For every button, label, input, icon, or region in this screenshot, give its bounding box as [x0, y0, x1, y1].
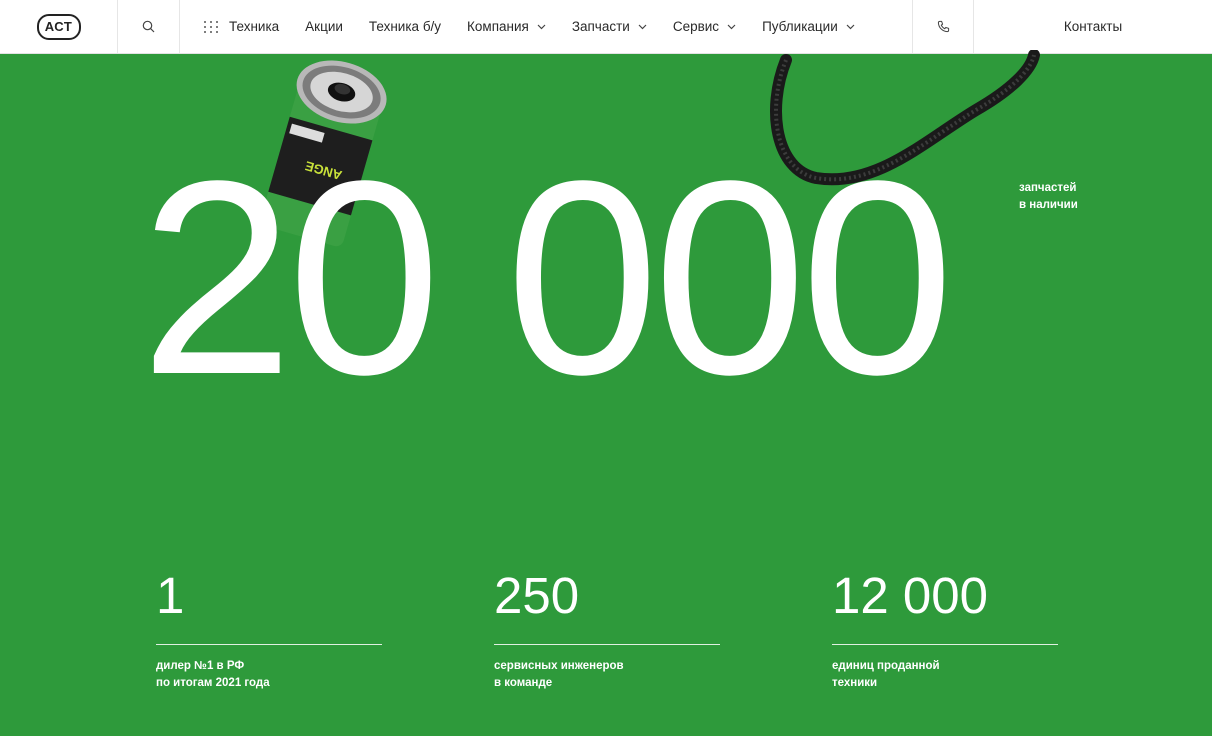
stat-caption: сервисных инженеров в команде — [494, 658, 720, 692]
stat-caption-line1: единиц проданной — [832, 660, 940, 672]
divider — [832, 644, 1058, 645]
stat-engineers: 250 сервисных инженеров в команде — [494, 566, 720, 692]
phone-button[interactable] — [912, 0, 974, 53]
stat-caption: дилер №1 в РФ по итогам 2021 года — [156, 658, 382, 692]
nav-item-company[interactable]: Компания — [467, 19, 546, 34]
stat-caption-line2: техники — [832, 677, 878, 689]
nav-item-promotions[interactable]: Акции — [305, 19, 343, 34]
hero-caption-line1: запчастей — [1019, 182, 1077, 194]
stat-caption-line2: в команде — [494, 677, 553, 689]
chevron-down-icon — [537, 24, 546, 30]
stat-caption-line1: дилер №1 в РФ — [156, 660, 245, 672]
stat-value: 12 000 — [832, 567, 988, 624]
nav-item-label: Техника — [229, 19, 280, 34]
divider — [156, 644, 382, 645]
site-header: АСТ Техника Акции Техника б/у Компания З… — [0, 0, 1212, 54]
search-button[interactable] — [118, 0, 180, 53]
stat-caption-line2: по итогам 2021 года — [156, 677, 270, 689]
stat-caption-line1: сервисных инженеров — [494, 660, 624, 672]
chevron-down-icon — [638, 24, 647, 30]
hero-caption: запчастей в наличии — [1019, 180, 1078, 214]
divider — [494, 644, 720, 645]
main-nav: Техника Акции Техника б/у Компания Запча… — [180, 0, 912, 53]
stat-units-sold: 12 000 единиц проданной техники — [832, 566, 1058, 692]
stat-dealer: 1 дилер №1 в РФ по итогам 2021 года — [156, 566, 382, 692]
nav-item-label: Компания — [467, 19, 529, 34]
nav-item-publications[interactable]: Публикации — [762, 19, 855, 34]
nav-item-service[interactable]: Сервис — [673, 19, 736, 34]
nav-item-label: Публикации — [762, 19, 838, 34]
nav-item-equipment[interactable]: Техника — [204, 19, 279, 34]
search-icon — [142, 20, 155, 33]
chevron-down-icon — [846, 24, 855, 30]
nav-item-label: Запчасти — [571, 19, 630, 34]
nav-item-used-equipment[interactable]: Техника б/у — [369, 19, 441, 34]
stat-caption: единиц проданной техники — [832, 658, 1058, 692]
nav-item-label: Акции — [305, 19, 343, 34]
nav-item-parts[interactable]: Запчасти — [572, 19, 647, 34]
logo-link[interactable]: АСТ — [0, 0, 118, 53]
logo: АСТ — [36, 13, 81, 40]
chevron-down-icon — [727, 24, 736, 30]
stat-value: 1 — [156, 567, 185, 624]
contacts-link[interactable]: Контакты — [974, 0, 1212, 53]
hero-number: 20 000 — [140, 124, 954, 432]
nav-item-label: Техника б/у — [368, 19, 442, 34]
nav-item-label: Сервис — [672, 19, 720, 34]
grid-dots-icon — [204, 20, 219, 33]
phone-icon — [937, 20, 949, 33]
stat-value: 250 — [494, 567, 580, 624]
hero-caption-line2: в наличии — [1019, 199, 1078, 211]
